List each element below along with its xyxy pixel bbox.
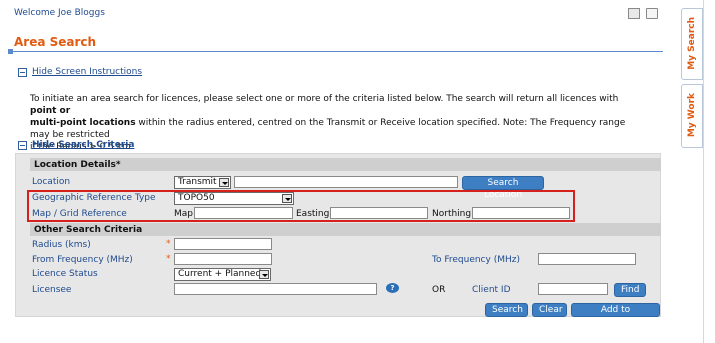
northing-label: Northing	[432, 209, 472, 219]
location-details-required: *	[115, 160, 121, 170]
licence-status-label: Licence Status	[32, 269, 98, 279]
tab-my-search-label: My Search	[687, 17, 697, 70]
location-select-value: Transmit	[178, 177, 217, 187]
title-divider	[8, 51, 663, 52]
or-label: OR	[432, 285, 446, 295]
to-frequency-label: To Frequency (MHz)	[432, 255, 520, 265]
easting-label: Easting	[296, 209, 330, 219]
instructions-bold-2: multi-point locations	[30, 118, 136, 128]
page-title: Area Search	[14, 35, 97, 49]
to-frequency-input[interactable]	[538, 253, 636, 265]
search-location-button[interactable]: Search Location	[462, 176, 544, 200]
welcome-text: Welcome Joe Bloggs	[14, 8, 105, 18]
tab-my-work[interactable]: My Work	[681, 84, 703, 148]
hide-instructions-link[interactable]: Hide Screen Instructions	[32, 67, 142, 77]
from-frequency-label: From Frequency (MHz)	[32, 255, 133, 265]
location-label: Location	[32, 177, 71, 187]
client-id-label: Client ID	[472, 285, 511, 295]
chevron-down-icon[interactable]	[282, 194, 292, 203]
tab-my-search[interactable]: My Search	[681, 8, 703, 80]
licensee-label: Licensee	[32, 285, 72, 295]
collapse-icon[interactable]	[18, 140, 27, 150]
client-id-input[interactable]	[538, 283, 608, 295]
northing-input[interactable]	[472, 207, 570, 219]
clear-button[interactable]: Clear	[532, 303, 567, 317]
licence-status-value: Current + Planned	[178, 269, 262, 279]
hide-instructions-toggle[interactable]: Hide Screen Instructions	[18, 67, 142, 77]
location-details-title: Location Details	[34, 160, 116, 170]
cart-icon[interactable]	[646, 8, 658, 19]
tab-my-work-label: My Work	[687, 93, 697, 138]
map-grid-label: Map / Grid Reference	[32, 209, 127, 219]
search-button[interactable]: Search	[485, 303, 528, 317]
hide-criteria-toggle[interactable]: Hide Search Criteria	[18, 140, 134, 150]
licensee-input[interactable]	[174, 283, 377, 295]
geo-ref-label: Geographic Reference Type	[32, 193, 156, 203]
side-panel-edge	[703, 0, 715, 343]
map-input[interactable]	[194, 207, 293, 219]
header-icons	[628, 8, 658, 19]
help-icon[interactable]: ?	[386, 283, 399, 293]
collapse-icon[interactable]	[18, 67, 27, 77]
add-to-favourites-button[interactable]: Add to Favourites	[571, 303, 660, 327]
chevron-down-icon[interactable]	[219, 178, 229, 187]
geo-ref-select-value: TOPO50	[178, 193, 215, 203]
find-button[interactable]: Find	[614, 283, 646, 297]
geo-ref-select[interactable]: TOPO50	[174, 192, 294, 205]
from-frequency-input[interactable]	[174, 253, 272, 265]
location-input[interactable]	[234, 176, 458, 188]
instructions-bold-1: point or	[30, 106, 71, 116]
location-details-header: Location Details*	[30, 158, 661, 171]
other-criteria-header: Other Search Criteria	[30, 223, 661, 236]
hide-criteria-link[interactable]: Hide Search Criteria	[32, 140, 134, 150]
print-icon[interactable]	[628, 8, 640, 19]
location-select[interactable]: Transmit	[174, 176, 231, 189]
radius-input[interactable]	[174, 238, 272, 250]
chevron-down-icon[interactable]	[259, 270, 269, 279]
map-label: Map	[174, 209, 193, 219]
easting-input[interactable]	[330, 207, 428, 219]
radius-label: Radius (kms)	[32, 240, 91, 250]
radius-required: *	[166, 239, 171, 249]
from-frequency-required: *	[166, 254, 171, 264]
licence-status-select[interactable]: Current + Planned	[174, 268, 271, 281]
instructions-part-1: To initiate an area search for licences,…	[30, 94, 619, 104]
